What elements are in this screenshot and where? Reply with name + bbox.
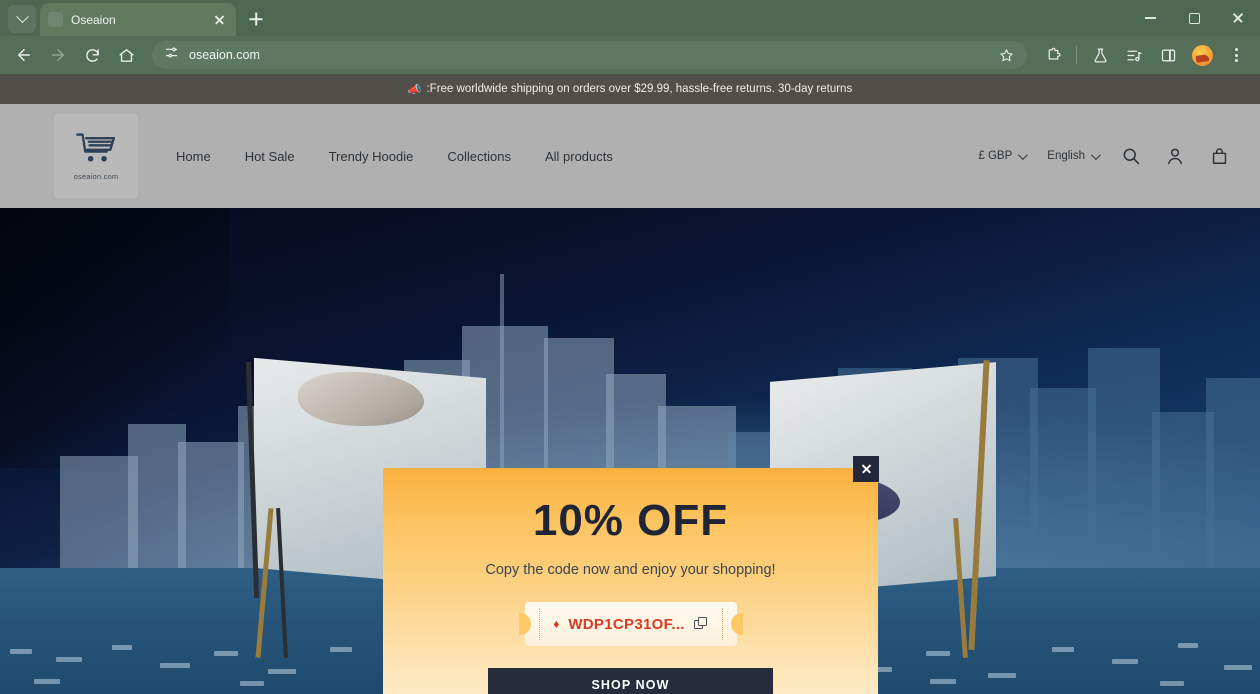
language-selector[interactable]: English: [1047, 149, 1101, 162]
promo-title: 10% OFF: [532, 496, 729, 545]
page-content: 📣 :Free worldwide shipping on orders ove…: [0, 74, 1260, 694]
address-bar[interactable]: oseaion.com: [152, 41, 1027, 69]
nav-item-all-products[interactable]: All products: [545, 149, 613, 164]
browser-tab[interactable]: Oseaion: [40, 3, 236, 36]
language-label: English: [1047, 150, 1085, 162]
forward-arrow-icon[interactable]: [42, 39, 74, 71]
window-controls: [1128, 0, 1260, 36]
profile-avatar-icon[interactable]: [1186, 39, 1218, 71]
window-minimize-button[interactable]: [1128, 0, 1172, 36]
search-icon[interactable]: [1120, 145, 1142, 167]
tag-icon: ♦: [553, 617, 560, 631]
nav-item-hot-sale[interactable]: Hot Sale: [245, 149, 295, 164]
ticket-notch-left: [518, 613, 531, 635]
megaphone-icon: 📣: [407, 83, 422, 96]
window-maximize-button[interactable]: [1172, 0, 1216, 36]
extensions-puzzle-icon[interactable]: [1037, 39, 1069, 71]
media-list-icon[interactable]: [1118, 39, 1150, 71]
tab-close-icon[interactable]: [211, 11, 228, 28]
promo-subtitle: Copy the code now and enjoy your shoppin…: [485, 562, 776, 578]
nav-item-collections[interactable]: Collections: [447, 149, 511, 164]
modal-close-button[interactable]: [853, 456, 879, 482]
chevron-down-icon: [15, 9, 29, 23]
account-person-icon[interactable]: [1164, 145, 1186, 167]
address-bar-url: oseaion.com: [189, 48, 260, 62]
ticket-notch-right: [730, 613, 743, 635]
shopping-cart-icon: [74, 131, 118, 170]
nav-item-trendy-hoodie[interactable]: Trendy Hoodie: [329, 149, 414, 164]
site-header: oseaion.com Home Hot Sale Trendy Hoodie …: [0, 104, 1260, 208]
chevron-down-icon: [1018, 149, 1029, 160]
currency-selector[interactable]: £ GBP: [978, 149, 1029, 162]
tab-strip: Oseaion: [0, 0, 1260, 36]
window-close-button[interactable]: [1216, 0, 1260, 36]
currency-label: £ GBP: [978, 150, 1013, 162]
main-navigation: Home Hot Sale Trendy Hoodie Collections …: [176, 149, 613, 164]
promo-modal: 10% OFF Copy the code now and enjoy your…: [383, 456, 879, 694]
new-tab-button[interactable]: [242, 5, 270, 33]
announcement-text: :Free worldwide shipping on orders over …: [426, 83, 853, 95]
header-controls: £ GBP English: [978, 145, 1230, 167]
side-panel-icon[interactable]: [1152, 39, 1184, 71]
announcement-bar: 📣 :Free worldwide shipping on orders ove…: [0, 74, 1260, 104]
home-icon[interactable]: [110, 39, 142, 71]
toolbar-divider: [1076, 46, 1077, 64]
tune-site-settings-icon[interactable]: [164, 45, 179, 65]
browser-window: Oseaion oseaion.com 📣:Free worldwide sh…: [0, 0, 1260, 694]
three-dot-menu-icon[interactable]: [1220, 39, 1252, 71]
chevron-down-icon: [1090, 149, 1101, 160]
flask-labs-icon[interactable]: [1084, 39, 1116, 71]
coupon-ticket[interactable]: ♦ WDP1CP31OF...: [518, 602, 743, 646]
shopping-bag-icon[interactable]: [1208, 145, 1230, 167]
hero-banner: Shop this Shop all 10% OFF Copy the code…: [0, 208, 1260, 694]
reload-icon[interactable]: [76, 39, 108, 71]
tab-title: Oseaion: [71, 12, 116, 27]
tab-search-button[interactable]: [8, 5, 36, 33]
star-icon[interactable]: [991, 42, 1021, 68]
shop-now-button[interactable]: SHOP NOW: [488, 668, 773, 694]
page-favicon-icon: [48, 12, 63, 27]
browser-toolbar: oseaion.com: [0, 36, 1260, 74]
copy-icon[interactable]: [693, 617, 708, 631]
site-logo[interactable]: oseaion.com: [54, 114, 138, 198]
back-arrow-icon[interactable]: [8, 39, 40, 71]
nav-item-home[interactable]: Home: [176, 149, 211, 164]
site-logo-label: oseaion.com: [73, 172, 119, 181]
coupon-code: WDP1CP31OF...: [568, 615, 685, 633]
